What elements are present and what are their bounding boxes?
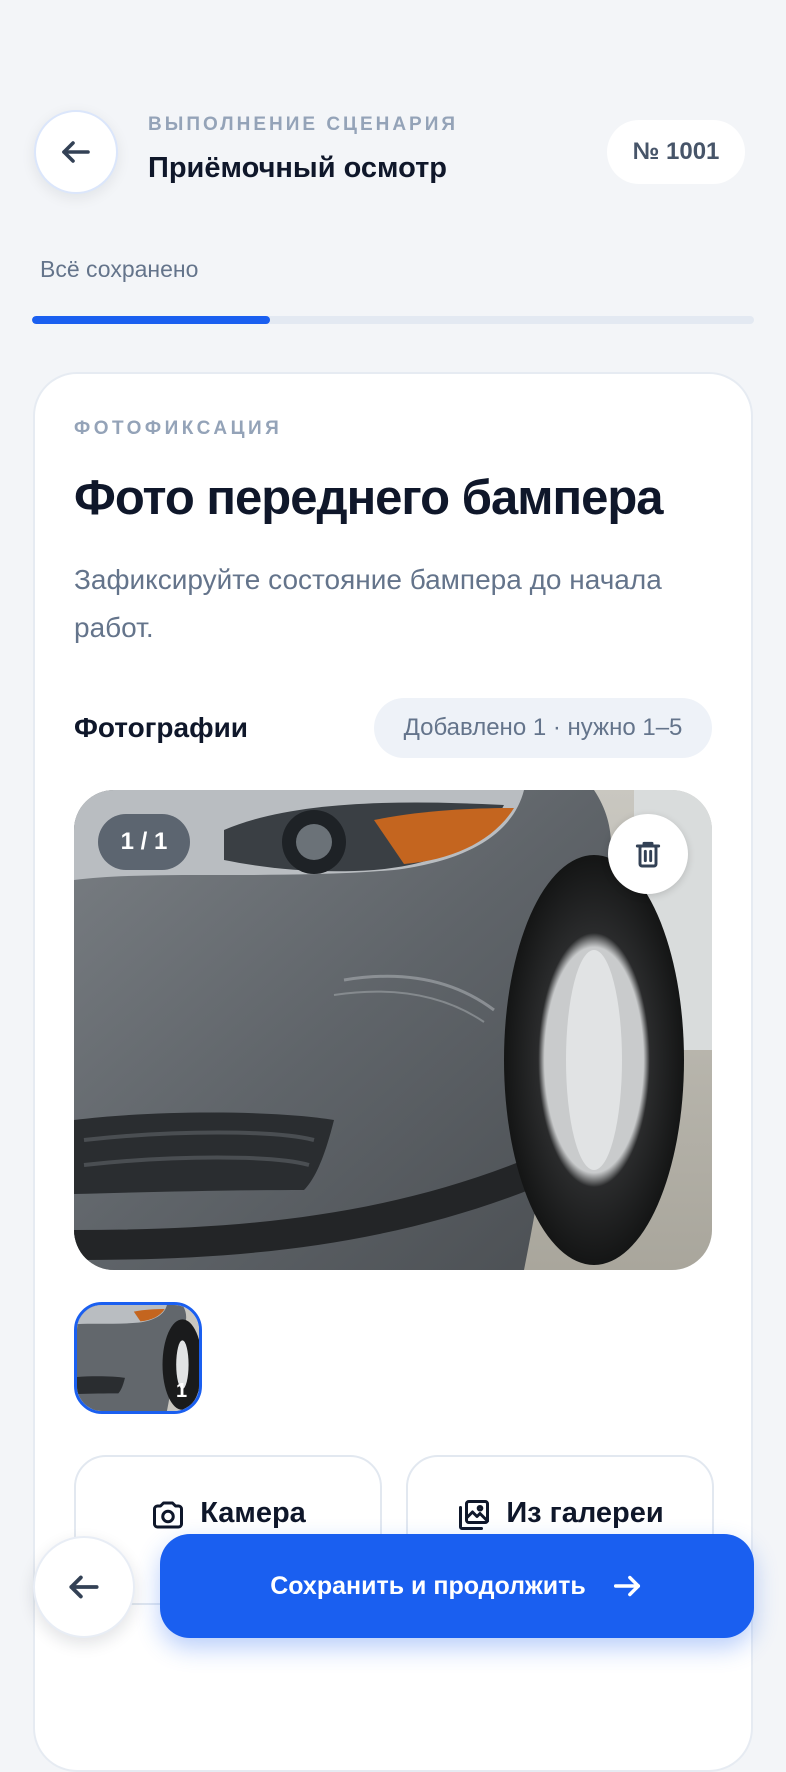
bottom-back-button[interactable] <box>33 1536 135 1638</box>
gallery-icon <box>459 1500 490 1530</box>
header-eyebrow: ВЫПОЛНЕНИЕ СЦЕНАРИЯ <box>148 114 459 135</box>
step-description: Зафиксируйте состояние бампера до начала… <box>74 564 662 643</box>
thumbnail-index: 1 <box>176 1380 188 1402</box>
arrow-right-icon <box>613 1575 640 1597</box>
step-title: Фото переднего бампера <box>74 471 664 525</box>
delete-photo-button[interactable] <box>608 814 688 894</box>
save-continue-button[interactable]: Сохранить и продолжить <box>160 1534 754 1638</box>
arrow-left-icon <box>62 141 90 163</box>
camera-button-label: Камера <box>200 1497 306 1529</box>
photos-count-badge: Добавлено 1 · нужно 1–5 <box>374 698 712 758</box>
arrow-left-icon <box>69 1575 99 1599</box>
save-continue-label: Сохранить и продолжить <box>270 1571 586 1600</box>
section-label: ФОТОФИКСАЦИЯ <box>74 418 283 439</box>
order-number-badge: № 1001 <box>607 120 745 184</box>
photos-label: Фотографии <box>74 712 249 743</box>
progress-fill <box>32 316 271 324</box>
save-status: Всё сохранено <box>40 256 199 282</box>
progress-bar <box>32 316 754 324</box>
photo-counter: 1 / 1 <box>98 814 190 870</box>
gallery-button-label: Из галереи <box>506 1497 664 1529</box>
page-title: Приёмочный осмотр <box>148 152 448 184</box>
header-back-button[interactable] <box>34 110 118 194</box>
camera-icon <box>153 1501 184 1529</box>
trash-icon <box>635 841 661 868</box>
